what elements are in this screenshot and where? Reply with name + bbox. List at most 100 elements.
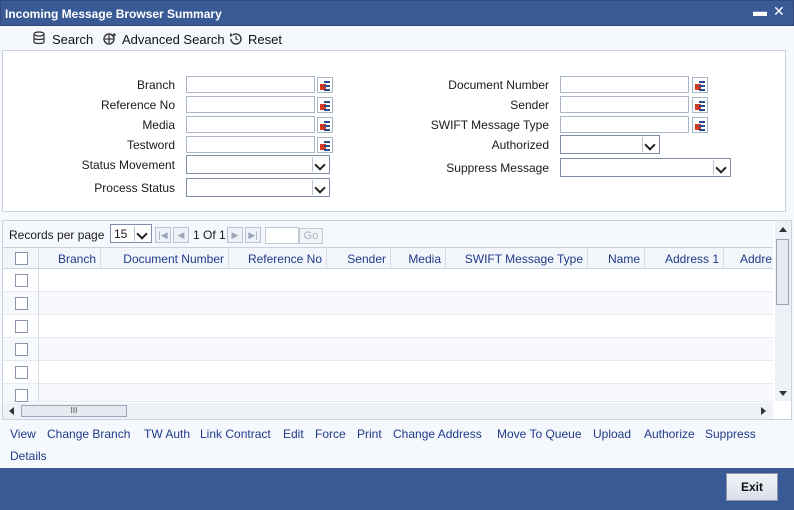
authorized-label: Authorized: [491, 138, 549, 152]
search-button[interactable]: Search: [32, 30, 93, 48]
row-checkbox[interactable]: [15, 343, 28, 356]
media-input[interactable]: [186, 116, 315, 133]
search-criteria-panel: Branch Reference No Media Testword Statu…: [2, 50, 786, 212]
move-to-queue-link[interactable]: Move To Queue: [497, 427, 582, 441]
table-row: [3, 338, 773, 361]
scroll-down-icon[interactable]: [779, 391, 787, 396]
authorized-select[interactable]: [560, 135, 660, 154]
chevron-down-icon: [312, 157, 328, 172]
authorize-link[interactable]: Authorize: [644, 427, 695, 441]
pager: Records per page 15 |◀ ◀ 1 Of 1 ▶ ▶| Go: [3, 221, 773, 247]
document-number-label: Document Number: [448, 78, 549, 92]
view-link[interactable]: View: [10, 427, 36, 441]
advanced-search-button[interactable]: Advanced Search: [102, 30, 225, 48]
testword-label: Testword: [126, 138, 175, 152]
advanced-search-icon: [103, 33, 116, 45]
close-icon[interactable]: ✕: [773, 3, 785, 20]
testword-input[interactable]: [186, 136, 315, 153]
toolbar: Search Advanced Search Reset: [0, 26, 794, 50]
upload-link[interactable]: Upload: [593, 427, 631, 441]
column-header[interactable]: Branch: [39, 248, 101, 268]
reference-no-lov-icon[interactable]: [317, 97, 333, 113]
window-title: Incoming Message Browser Summary: [5, 7, 222, 21]
branch-lov-icon[interactable]: [317, 77, 333, 93]
select-all-checkbox[interactable]: [15, 252, 28, 265]
page-count: 1 Of 1: [193, 228, 226, 242]
horizontal-scroll-thumb[interactable]: III: [21, 405, 127, 417]
select-all-cell: [3, 248, 39, 268]
edit-link[interactable]: Edit: [283, 427, 304, 441]
column-header[interactable]: Media: [391, 248, 446, 268]
goto-page-input[interactable]: [265, 227, 299, 244]
last-page-icon[interactable]: ▶|: [245, 227, 261, 243]
table-row: [3, 315, 773, 338]
vertical-scroll-thumb[interactable]: [776, 239, 789, 305]
media-lov-icon[interactable]: [317, 117, 333, 133]
vertical-scrollbar[interactable]: [775, 221, 791, 401]
column-header[interactable]: SWIFT Message Type: [446, 248, 588, 268]
horizontal-scrollbar[interactable]: III: [3, 403, 773, 419]
records-per-page-select[interactable]: 15: [110, 224, 152, 243]
media-label: Media: [142, 118, 175, 132]
branch-label: Branch: [136, 78, 175, 92]
reference-no-input[interactable]: [186, 96, 315, 113]
sender-lov-icon[interactable]: [692, 97, 708, 113]
records-per-page-value: 15: [114, 227, 128, 241]
row-checkbox[interactable]: [15, 274, 28, 287]
title-bar: Incoming Message Browser Summary ▬ ✕: [0, 0, 794, 26]
print-link[interactable]: Print: [357, 427, 382, 441]
exit-button[interactable]: Exit: [726, 473, 778, 501]
row-checkbox[interactable]: [15, 297, 28, 310]
column-header[interactable]: Name: [588, 248, 645, 268]
previous-page-icon[interactable]: ◀: [173, 227, 189, 243]
table-row: [3, 292, 773, 315]
process-status-select[interactable]: [186, 178, 330, 197]
reference-no-label: Reference No: [100, 98, 175, 112]
row-checkbox[interactable]: [15, 366, 28, 379]
chevron-down-icon: [312, 180, 328, 195]
tw-auth-link[interactable]: TW Auth: [144, 427, 190, 441]
scroll-left-icon[interactable]: [9, 407, 14, 415]
swift-message-type-lov-icon[interactable]: [692, 117, 708, 133]
change-branch-link[interactable]: Change Branch: [47, 427, 130, 441]
force-link[interactable]: Force: [315, 427, 346, 441]
details-link[interactable]: Details: [10, 449, 47, 463]
document-number-lov-icon[interactable]: [692, 77, 708, 93]
document-number-input[interactable]: [560, 76, 689, 93]
table-row: [3, 384, 773, 402]
suppress-link[interactable]: Suppress: [705, 427, 756, 441]
swift-message-type-input[interactable]: [560, 116, 689, 133]
status-movement-select[interactable]: [186, 155, 330, 174]
next-page-icon[interactable]: ▶: [227, 227, 243, 243]
column-header[interactable]: Sender: [327, 248, 391, 268]
reset-icon: [230, 33, 242, 45]
minimize-icon[interactable]: ▬: [753, 3, 767, 19]
change-address-link[interactable]: Change Address: [393, 427, 482, 441]
chevron-down-icon: [134, 226, 150, 241]
link-contract-link[interactable]: Link Contract: [200, 427, 271, 441]
chevron-down-icon: [642, 137, 658, 152]
results-grid: Records per page 15 |◀ ◀ 1 Of 1 ▶ ▶| Go …: [2, 220, 792, 420]
column-header[interactable]: Addre: [724, 248, 773, 268]
testword-lov-icon[interactable]: [317, 137, 333, 153]
branch-input[interactable]: [186, 76, 315, 93]
column-header[interactable]: Document Number: [101, 248, 229, 268]
search-label: Search: [52, 31, 94, 47]
row-checkbox[interactable]: [15, 389, 28, 402]
scroll-up-icon[interactable]: [779, 227, 787, 232]
suppress-message-select[interactable]: [560, 158, 731, 177]
chevron-down-icon: [713, 160, 729, 175]
go-button[interactable]: Go: [299, 228, 323, 244]
scroll-right-icon[interactable]: [761, 407, 766, 415]
database-search-icon: [33, 31, 45, 45]
table-row: [3, 361, 773, 384]
sender-input[interactable]: [560, 96, 689, 113]
row-checkbox[interactable]: [15, 320, 28, 333]
first-page-icon[interactable]: |◀: [155, 227, 171, 243]
sender-label: Sender: [510, 98, 549, 112]
column-header[interactable]: Reference No: [229, 248, 327, 268]
column-header[interactable]: Address 1: [645, 248, 724, 268]
table-header: Branch Document Number Reference No Send…: [3, 247, 773, 269]
suppress-message-label: Suppress Message: [446, 161, 549, 175]
reset-button[interactable]: Reset: [228, 30, 282, 48]
